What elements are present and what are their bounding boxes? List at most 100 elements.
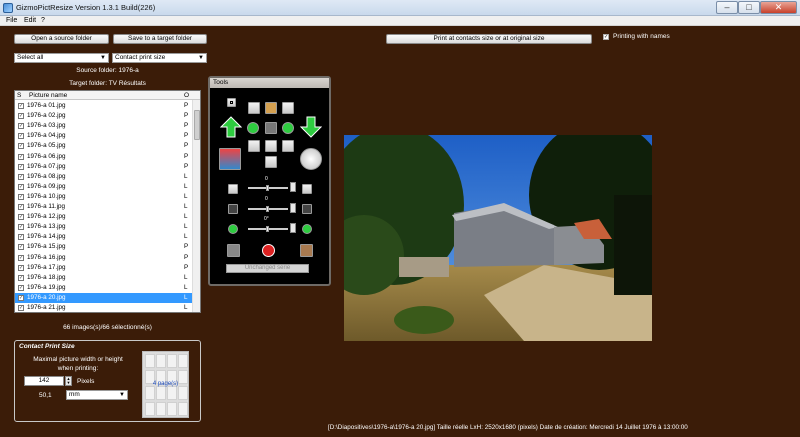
menu-file[interactable]: File <box>6 16 17 26</box>
row-checkbox[interactable]: ✓ <box>18 284 24 291</box>
menu-edit[interactable]: Edit <box>24 16 36 26</box>
unchanged-serie-button[interactable]: Unchanged serie <box>226 264 309 273</box>
camera-icon[interactable] <box>265 122 277 134</box>
contrast-spinner[interactable] <box>290 203 296 213</box>
sharpen-icon[interactable] <box>282 140 294 152</box>
contrast-icon[interactable] <box>265 140 277 152</box>
list-item[interactable]: ✓ 1976-a 01.jpg P <box>15 101 192 111</box>
row-checkbox[interactable]: ✓ <box>18 193 24 200</box>
list-item[interactable]: ✓ 1976-a 12.jpg L <box>15 212 192 222</box>
list-item[interactable]: ✓ 1976-a 03.jpg P <box>15 121 192 131</box>
row-picture-name: 1976-a 20.jpg <box>27 293 66 301</box>
printing-with-names-checkbox[interactable]: ✓ <box>603 34 609 40</box>
mirror-icon[interactable] <box>248 140 260 152</box>
flip-horizontal-icon[interactable] <box>248 102 260 114</box>
maximize-button[interactable]: □ <box>738 1 760 14</box>
list-item[interactable]: ✓ 1976-a 19.jpg L <box>15 283 192 293</box>
slideshow-icon[interactable] <box>219 148 241 170</box>
list-item[interactable]: ✓ 1976-a 11.jpg L <box>15 202 192 212</box>
row-orientation: P <box>184 263 189 271</box>
row-orientation: P <box>184 152 189 160</box>
width-spinner[interactable]: ▲ ▼ <box>65 376 72 386</box>
photo-icon[interactable] <box>300 244 313 257</box>
row-checkbox[interactable]: ✓ <box>18 224 24 231</box>
row-checkbox[interactable]: ✓ <box>18 264 24 271</box>
row-checkbox[interactable]: ✓ <box>18 153 24 160</box>
mode-select[interactable]: Contact print size ▼ <box>112 53 207 63</box>
list-item[interactable]: ✓ 1976-a 17.jpg P <box>15 263 192 273</box>
close-button[interactable]: ✕ <box>760 1 797 14</box>
row-checkbox[interactable]: ✓ <box>18 254 24 261</box>
list-item[interactable]: ✓ 1976-a 04.jpg P <box>15 131 192 141</box>
cancel-icon[interactable] <box>262 244 275 257</box>
row-orientation: L <box>184 213 188 221</box>
image-stack-icon[interactable] <box>227 244 240 257</box>
list-item[interactable]: ✓ 1976-a 14.jpg L <box>15 232 192 242</box>
row-checkbox[interactable]: ✓ <box>18 214 24 221</box>
row-checkbox[interactable]: ✓ <box>18 305 24 311</box>
list-item[interactable]: ✓ 1976-a 20.jpg L <box>15 292 192 304</box>
brightness-spinner[interactable] <box>290 182 296 192</box>
row-checkbox[interactable]: ✓ <box>18 163 24 170</box>
rotation-spinner[interactable] <box>290 223 296 233</box>
rotate-right-icon[interactable] <box>282 122 294 134</box>
rotation-reset-icon[interactable] <box>302 224 312 234</box>
rotate-left-icon[interactable] <box>247 122 259 134</box>
row-picture-name: 1976-a 06.jpg <box>27 152 66 160</box>
grayscale-icon[interactable] <box>265 156 277 168</box>
row-checkbox[interactable]: ✓ <box>18 183 24 190</box>
list-item[interactable]: ✓ 1976-a 06.jpg P <box>15 152 192 162</box>
crop-icon[interactable] <box>227 98 236 107</box>
row-checkbox[interactable]: ✓ <box>18 113 24 120</box>
slider1-value: 0 <box>265 176 268 182</box>
list-item[interactable]: ✓ 1976-a 07.jpg P <box>15 162 192 172</box>
list-item[interactable]: ✓ 1976-a 09.jpg L <box>15 182 192 192</box>
picture-list[interactable]: S Picture name O ✓ 1976-a 01.jpg P ✓ 1976-a … <box>14 90 201 313</box>
list-item[interactable]: ✓ 1976-a 05.jpg P <box>15 141 192 151</box>
row-orientation: P <box>184 132 189 140</box>
row-checkbox[interactable]: ✓ <box>18 133 24 140</box>
list-item[interactable]: ✓ 1976-a 15.jpg P <box>15 242 192 252</box>
list-item[interactable]: ✓ 1976-a 02.jpg P <box>15 111 192 121</box>
brightness-reset-icon[interactable] <box>302 184 312 194</box>
list-item[interactable]: ✓ 1976-a 13.jpg L <box>15 222 192 232</box>
row-checkbox[interactable]: ✓ <box>18 204 24 210</box>
row-checkbox[interactable]: ✓ <box>18 274 24 281</box>
rotation-slider-knob[interactable] <box>266 226 269 232</box>
print-icon[interactable] <box>282 102 294 114</box>
list-item[interactable]: ✓ 1976-a 16.jpg P <box>15 253 192 263</box>
header-s[interactable]: S <box>17 92 21 99</box>
list-scrollbar[interactable] <box>192 100 200 312</box>
save-target-folder-button[interactable]: Save to a target folder <box>113 34 207 44</box>
header-picture-name[interactable]: Picture name <box>29 92 67 99</box>
contrast-reset-icon[interactable] <box>302 204 312 214</box>
arrow-down-icon[interactable] <box>300 116 322 138</box>
brightness-slider-knob[interactable] <box>266 185 269 191</box>
row-checkbox[interactable]: ✓ <box>18 294 24 301</box>
row-checkbox[interactable]: ✓ <box>18 234 24 241</box>
unit-select[interactable]: mm ▼ <box>66 390 128 400</box>
list-item[interactable]: ✓ 1976-a 08.jpg L <box>15 172 192 182</box>
minimize-button[interactable]: – <box>716 1 738 14</box>
header-orientation[interactable]: O <box>184 92 189 99</box>
tools-title: Tools <box>210 78 329 88</box>
clock-icon[interactable] <box>300 148 322 170</box>
list-item[interactable]: ✓ 1976-a 10.jpg L <box>15 192 192 202</box>
contrast-slider-knob[interactable] <box>266 206 269 212</box>
max-size-description: Maximal picture width or height <box>33 356 123 363</box>
scrollbar-thumb[interactable] <box>194 110 200 140</box>
row-checkbox[interactable]: ✓ <box>18 143 24 150</box>
row-checkbox[interactable]: ✓ <box>18 123 24 130</box>
arrow-up-icon[interactable] <box>220 116 242 138</box>
brightness-icon[interactable] <box>265 102 277 114</box>
menu-help[interactable]: ? <box>41 16 45 26</box>
print-button[interactable]: Print at contacts size or at original si… <box>386 34 592 44</box>
open-source-folder-button[interactable]: Open a source folder <box>14 34 109 44</box>
width-input[interactable]: 142 <box>24 376 64 386</box>
row-checkbox[interactable]: ✓ <box>18 103 24 109</box>
list-item[interactable]: ✓ 1976-a 18.jpg L <box>15 273 192 283</box>
row-checkbox[interactable]: ✓ <box>18 244 24 251</box>
row-checkbox[interactable]: ✓ <box>18 173 24 180</box>
selection-select[interactable]: Select all ▼ <box>14 53 109 63</box>
list-item[interactable]: ✓ 1976-a 21.jpg L <box>15 303 192 312</box>
